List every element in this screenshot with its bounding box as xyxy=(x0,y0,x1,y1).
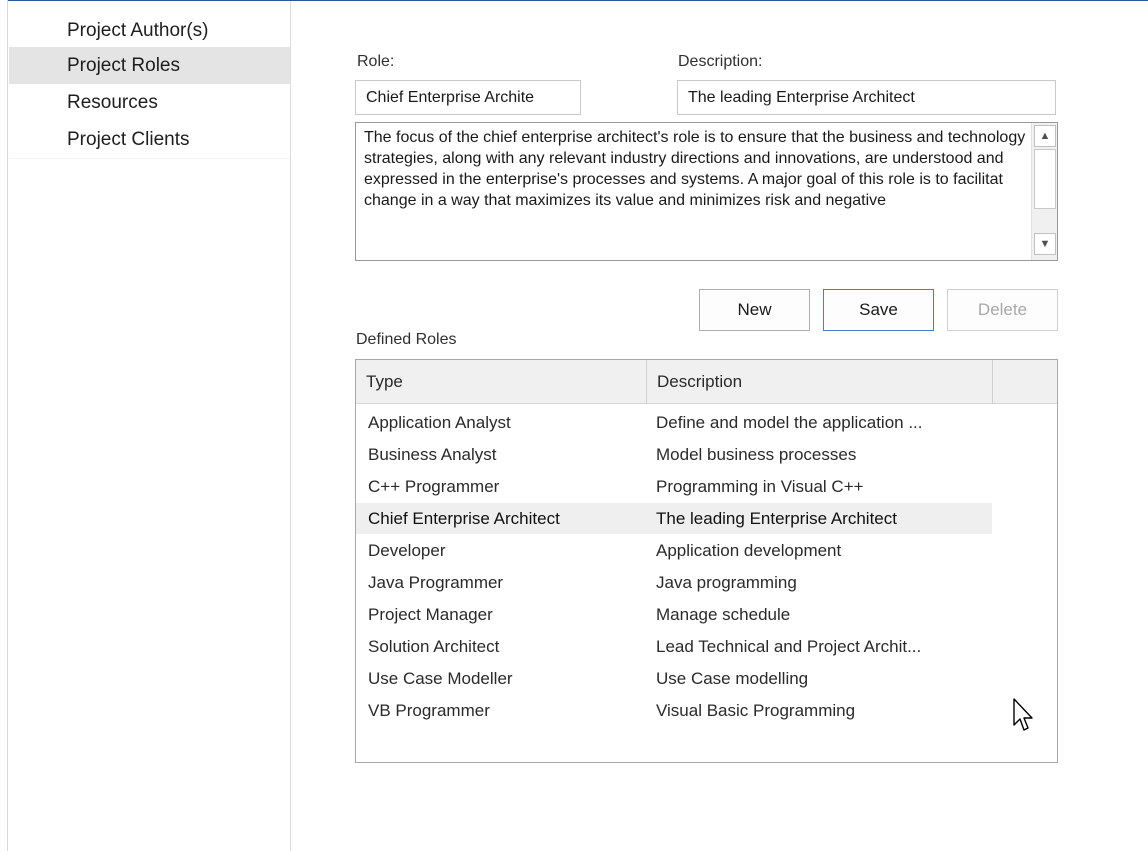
cell-description: Lead Technical and Project Archit... xyxy=(656,637,922,656)
cell-type: Developer xyxy=(368,541,446,560)
table-row[interactable]: C++ Programmer Programming in Visual C++ xyxy=(356,471,992,502)
table-row[interactable]: Developer Application development xyxy=(356,535,992,566)
table-header: Type Description xyxy=(356,360,1057,404)
sidebar-empty-area xyxy=(9,159,290,851)
sidebar-item-project-clients[interactable]: Project Clients xyxy=(9,121,290,158)
cell-type: Application Analyst xyxy=(368,413,511,432)
role-notes-text: The focus of the chief enterprise archit… xyxy=(364,129,1030,209)
table-row[interactable]: Solution Architect Lead Technical and Pr… xyxy=(356,631,992,662)
window-left-edge xyxy=(0,0,8,851)
new-button[interactable]: New xyxy=(699,289,810,331)
sidebar-item-label: Project Clients xyxy=(67,129,190,150)
cell-type: VB Programmer xyxy=(368,701,490,720)
cell-type: Use Case Modeller xyxy=(368,669,513,688)
cell-type: C++ Programmer xyxy=(368,477,500,496)
save-button[interactable]: Save xyxy=(823,289,934,331)
cell-description: Application development xyxy=(656,541,842,560)
cell-description: Use Case modelling xyxy=(656,669,809,688)
scroll-thumb[interactable] xyxy=(1034,149,1056,209)
scroll-down-arrow-icon[interactable]: ▼ xyxy=(1034,233,1056,255)
defined-roles-label: Defined Roles xyxy=(356,331,457,348)
cell-description: The leading Enterprise Architect xyxy=(656,509,897,528)
table-row[interactable]: Application Analyst Define and model the… xyxy=(356,407,992,438)
table-row-selected[interactable]: Chief Enterprise Architect The leading E… xyxy=(356,503,992,534)
cell-description: Java programming xyxy=(656,573,797,592)
sidebar-item-project-roles[interactable]: Project Roles xyxy=(9,47,290,84)
scroll-up-arrow-icon[interactable]: ▲ xyxy=(1034,125,1056,147)
cell-description: Model business processes xyxy=(656,445,857,464)
role-notes-textarea[interactable]: The focus of the chief enterprise archit… xyxy=(355,122,1058,261)
sidebar-item-label: Project Author(s) xyxy=(67,20,209,41)
table-row[interactable]: Project Manager Manage schedule xyxy=(356,599,992,630)
cell-description: Manage schedule xyxy=(656,605,791,624)
delete-button[interactable]: Delete xyxy=(947,289,1058,331)
sidebar-item-label: Project Roles xyxy=(67,55,180,76)
mouse-pointer-icon xyxy=(1012,697,1034,738)
notes-scrollbar[interactable]: ▲ ▼ xyxy=(1031,123,1057,260)
cell-type: Java Programmer xyxy=(368,573,504,592)
description-label: Description: xyxy=(678,53,763,70)
cell-description: Visual Basic Programming xyxy=(656,701,856,720)
sidebar: Project Author(s) Project Roles Resource… xyxy=(9,1,291,851)
sidebar-item-project-authors[interactable]: Project Author(s) xyxy=(9,1,290,47)
cell-type: Business Analyst xyxy=(368,445,497,464)
defined-roles-table[interactable]: Type Description Application Analyst Def… xyxy=(355,359,1058,763)
table-row[interactable]: Use Case Modeller Use Case modelling xyxy=(356,663,992,694)
description-input[interactable]: The leading Enterprise Architect xyxy=(677,80,1056,115)
table-row[interactable]: Java Programmer Java programming xyxy=(356,567,992,598)
cell-description: Programming in Visual C++ xyxy=(656,477,864,496)
cell-type: Chief Enterprise Architect xyxy=(368,509,560,528)
role-label: Role: xyxy=(357,53,395,70)
table-row[interactable]: Business Analyst Model business processe… xyxy=(356,439,992,470)
column-header-description[interactable]: Description xyxy=(647,360,993,404)
cell-type: Project Manager xyxy=(368,605,493,624)
cell-description: Define and model the application ... xyxy=(656,413,923,432)
table-row[interactable]: VB Programmer Visual Basic Programming xyxy=(356,695,992,726)
role-input[interactable]: Chief Enterprise Archite xyxy=(355,80,581,115)
sidebar-item-resources[interactable]: Resources xyxy=(9,84,290,121)
sidebar-item-label: Resources xyxy=(67,92,158,113)
column-header-filler xyxy=(993,360,1057,404)
cell-type: Solution Architect xyxy=(368,637,500,656)
column-header-type[interactable]: Type xyxy=(356,360,647,404)
